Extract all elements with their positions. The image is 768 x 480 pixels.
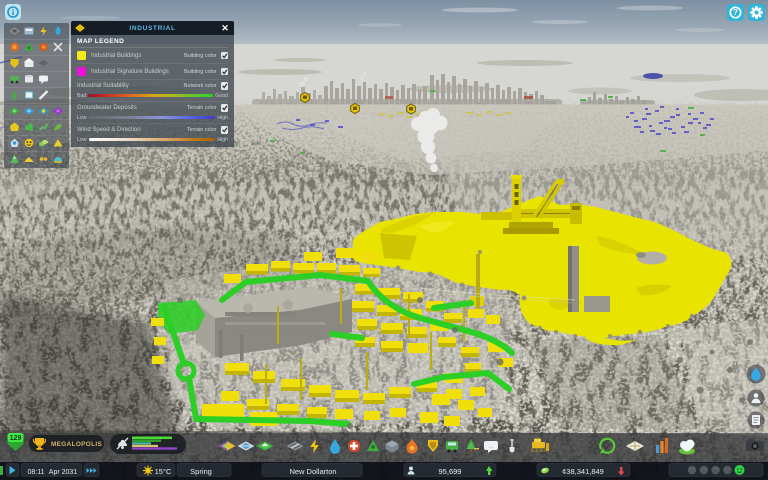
svg-text:...: ... [489,444,493,450]
svg-text:¢38,341,849: ¢38,341,849 [562,467,604,476]
svg-text:08:11: 08:11 [28,469,45,476]
svg-text:Apr 2031: Apr 2031 [49,469,78,476]
svg-text:15°C: 15°C [155,467,172,476]
svg-text:MEGALOPOLIS: MEGALOPOLIS [51,441,102,448]
svg-text:95,699: 95,699 [439,467,462,476]
svg-text:New Dollarton: New Dollarton [289,467,336,476]
svg-text:?: ? [733,8,738,17]
svg-text:Spring: Spring [190,467,212,476]
svg-text:129: 129 [10,435,22,442]
